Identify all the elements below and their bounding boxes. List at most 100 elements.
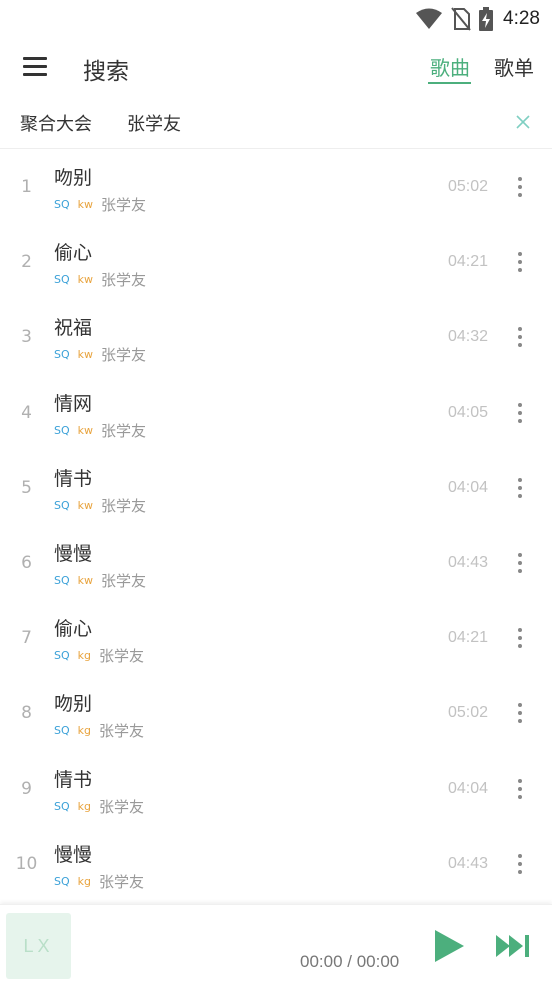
song-row[interactable]: 3 祝福 SQ kw 张学友 04:32 [0,300,552,375]
source-badge: kw [77,498,94,512]
more-options-icon[interactable] [510,475,530,501]
quality-badge: SQ [54,198,70,211]
quality-badge: SQ [54,724,70,738]
active-tab-indicator [428,82,471,84]
song-index: 4 [21,402,32,423]
song-row[interactable]: 2 偷心 SQ kw 张学友 04:21 [0,225,552,300]
song-meta: SQ kw 张学友 [54,269,146,290]
song-index: 3 [21,327,32,348]
song-meta: SQ kw 张学友 [54,344,146,365]
more-options-icon[interactable] [510,700,530,726]
tab-playlists[interactable]: 歌单 [494,52,534,81]
song-title: 慢慢 [54,843,93,866]
song-row[interactable]: 9 情书 SQ kg 张学友 04:04 [0,752,552,827]
song-artist: 张学友 [101,196,147,214]
song-row[interactable]: 7 偷心 SQ kg 张学友 04:21 [0,601,552,676]
song-meta: SQ kw 张学友 [54,495,146,516]
status-bar: 4:28 [0,0,552,38]
quality-badge: SQ [54,498,70,512]
quality-badge: SQ [54,573,70,587]
song-row[interactable]: 6 慢慢 SQ kw 张学友 04:43 [0,526,552,601]
quality-badge: SQ [54,348,70,362]
source-badge: kw [77,573,94,587]
song-artist: 张学友 [101,421,147,440]
menu-icon-line [23,65,47,68]
quality-badge: SQ [54,649,70,663]
menu-button[interactable] [18,52,52,82]
song-index: 2 [21,252,32,273]
more-options-icon[interactable] [510,776,530,802]
tab-songs[interactable]: 歌曲 [430,52,470,81]
source-badge: kw [77,423,94,437]
more-options-icon[interactable] [510,625,530,651]
song-duration: 04:21 [448,629,489,647]
source-badge: kg [77,799,91,813]
song-artist: 张学友 [99,647,145,666]
source-badge: kw [77,198,94,211]
more-options-icon[interactable] [510,249,530,275]
song-index: 7 [21,628,32,649]
status-time: 4:28 [503,8,540,29]
album-cover[interactable]: LX [6,913,71,979]
play-icon[interactable] [432,929,466,963]
song-artist: 张学友 [101,271,147,290]
source-badge: kw [77,273,94,287]
source-badge: kg [77,649,91,663]
song-row[interactable]: 8 吻别 SQ kg 张学友 05:02 [0,676,552,751]
song-row[interactable]: 4 情网 SQ kw 张学友 04:05 [0,376,552,451]
quality-badge: SQ [54,273,70,287]
song-meta: SQ kg 张学友 [54,871,144,892]
quality-badge: SQ [54,423,70,437]
song-duration: 05:02 [448,704,489,722]
song-duration: 05:02 [448,178,489,195]
no-sim-icon [451,7,471,31]
song-index: 1 [21,177,32,197]
song-index: 9 [21,778,32,799]
menu-icon-line [23,73,47,76]
song-meta: SQ kg 张学友 [54,720,144,741]
close-icon[interactable] [513,112,533,132]
more-options-icon[interactable] [510,550,530,576]
song-title: 偷心 [54,242,93,265]
source-badge: kg [77,874,91,888]
more-options-icon[interactable] [510,851,530,877]
song-duration: 04:04 [448,478,489,496]
app-bar: 搜索 歌曲 歌单 [0,38,552,96]
more-options-icon[interactable] [510,400,530,426]
next-track-icon[interactable] [495,933,531,959]
song-artist: 张学友 [99,797,145,816]
song-meta: SQ kw 张学友 [54,420,146,441]
song-index: 8 [21,703,32,724]
battery-charging-icon [479,7,494,31]
song-meta: SQ kw 张学友 [54,194,146,215]
song-artist: 张学友 [99,872,145,891]
song-title: 吻别 [54,693,93,716]
song-row[interactable]: 5 情书 SQ kw 张学友 04:04 [0,451,552,526]
wifi-icon [416,8,443,29]
song-row[interactable]: 10 慢慢 SQ kg 张学友 04:43 [0,827,552,902]
song-title: 祝福 [54,317,93,340]
song-index: 10 [15,853,38,874]
more-options-icon[interactable] [510,324,530,350]
menu-icon [23,57,47,60]
source-badge: kw [77,348,94,362]
song-title: 吻别 [54,167,93,189]
song-meta: SQ kw 张学友 [54,570,146,591]
song-duration: 04:43 [448,854,489,872]
quality-badge: SQ [54,799,70,813]
page-title: 搜索 [83,59,129,85]
source-select[interactable]: 聚合大会 [20,110,92,136]
source-badge: kg [77,724,91,738]
song-duration: 04:05 [448,403,489,421]
song-duration: 04:32 [448,328,489,346]
more-options-icon[interactable] [510,174,530,200]
search-input[interactable]: 张学友 [127,110,181,136]
song-artist: 张学友 [101,571,147,590]
song-index: 5 [21,477,32,498]
song-row[interactable]: 1 吻别 SQ kw 张学友 05:02 [0,150,552,225]
song-artist: 张学友 [99,722,145,741]
song-index: 6 [21,552,32,573]
song-title: 慢慢 [54,542,93,565]
search-bar: 聚合大会 张学友 [0,96,552,149]
player-bar: LX 00:00 / 00:00 [0,904,552,983]
